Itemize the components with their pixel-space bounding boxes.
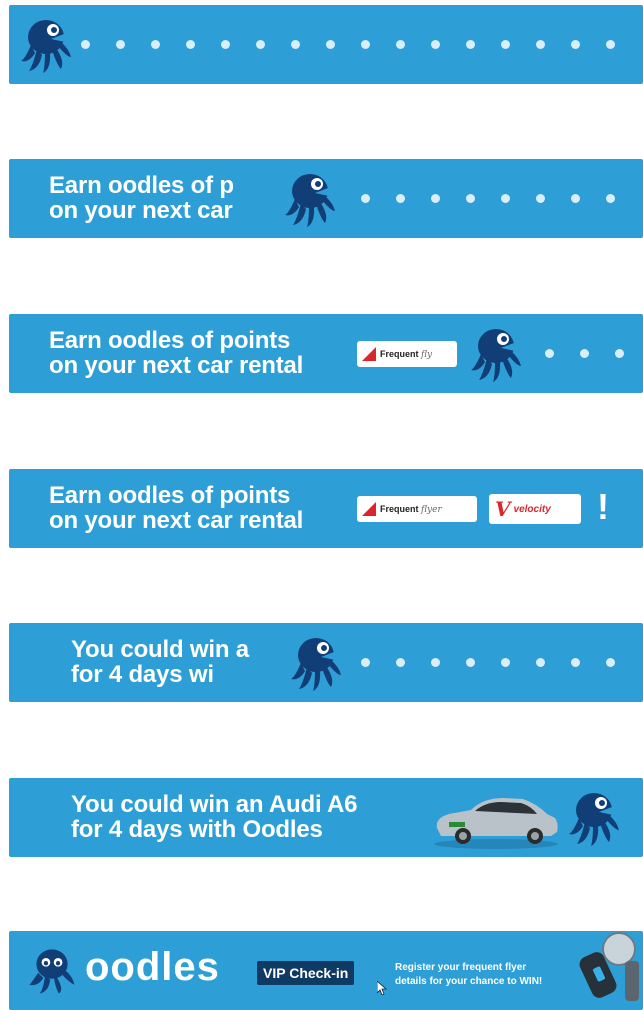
frequent-flyer-badge: Frequent fly [357,341,457,367]
headline-line-1: Earn oodles of points [49,483,291,509]
headline-line-1: Earn oodles of p [49,173,234,199]
frequent-flyer-badge: Frequent flyer [357,496,477,522]
vip-check-in-button[interactable]: VIP Check-in [257,961,355,985]
dot [396,194,405,203]
headline-line-2: for 4 days with Oodles [71,816,323,842]
dot-trail [361,159,641,238]
dot [361,40,370,49]
octopus-mascot-icon [471,329,521,382]
oodles-logo: oodles [85,945,220,989]
headline-line-1: You could win an Audi A6 [71,792,358,818]
dot [606,658,615,667]
headline-line-2: on your next car rental [49,507,304,533]
frequent-flyer-script: flyer [421,504,442,515]
banner-headline: You could win an Audi A6 for 4 days with… [71,792,357,842]
banner-headline: Earn oodles of points on your next car r… [49,328,303,378]
dot [431,194,440,203]
dot [536,658,545,667]
dot-trail [361,623,641,702]
octopus-mascot-icon [21,20,71,73]
banner-frame-4[interactable]: Earn oodles of points on your next car r… [9,469,643,548]
dot [116,40,125,49]
octopus-mascot-icon [291,638,341,691]
dot [536,40,545,49]
car-keys-icon [579,932,639,1001]
dot-trail [545,314,643,393]
frequent-flyer-label: Frequent [380,348,419,359]
dot [571,40,580,49]
dot [571,658,580,667]
headline-line-1: Earn oodles of points [49,328,291,354]
dot [501,40,510,49]
banner-headline: Earn oodles of p on your next car [49,173,283,223]
dot [606,40,615,49]
octopus-mascot-icon [285,174,335,227]
dot [326,40,335,49]
octopus-mascot-icon [569,793,619,846]
headline-line-2: for 4 days wi [71,661,214,687]
banner-frame-3[interactable]: Earn oodles of points on your next car r… [9,314,643,393]
banner-frame-6[interactable]: You could win an Audi A6 for 4 days with… [9,778,643,857]
dot [466,658,475,667]
velocity-label: velocity [513,503,551,515]
octopus-mascot-icon [29,949,75,994]
velocity-v-icon: V [495,497,511,521]
dot [431,658,440,667]
frequent-flyer-label: Frequent [380,503,419,514]
dot [466,194,475,203]
dot [501,658,510,667]
dot [396,658,405,667]
headline-line-2: on your next car [49,197,233,223]
dot-trail [81,5,641,84]
dot [221,40,230,49]
velocity-badge: V velocity [489,494,581,524]
banner-frame-7[interactable]: oodles VIP Check-in Register your freque… [9,931,643,1010]
dot [396,40,405,49]
banner-headline: Earn oodles of points on your next car r… [49,483,303,533]
banner-headline: You could win a for 4 days wi [71,637,283,687]
exclamation-mark: ! [597,486,609,527]
dot [536,194,545,203]
dot [606,194,615,203]
dot [361,658,370,667]
dot [571,194,580,203]
dot [580,349,589,358]
dot [81,40,90,49]
dot [291,40,300,49]
headline-line-2: on your next car rental [49,352,304,378]
dot [545,349,554,358]
register-line-2: details for your chance to WIN! [395,976,543,987]
cursor-icon [377,981,387,995]
banner-frame-2[interactable]: Earn oodles of p on your next car [9,159,643,238]
headline-line-1: You could win a [71,637,249,663]
frequent-flyer-script: fly [421,349,433,360]
dot [501,194,510,203]
dot [615,349,624,358]
banner-frame-5[interactable]: You could win a for 4 days wi [9,623,643,702]
dot [186,40,195,49]
qantas-kangaroo-icon [362,502,376,516]
audi-car-icon [434,798,558,849]
banner-frame-1[interactable] [9,5,643,84]
register-text: Register your frequent flyer details for… [395,961,542,989]
qantas-kangaroo-icon [362,347,376,361]
register-line-1: Register your frequent flyer [395,962,527,973]
dot [151,40,160,49]
dot [256,40,265,49]
dot [466,40,475,49]
dot [361,194,370,203]
dot [431,40,440,49]
